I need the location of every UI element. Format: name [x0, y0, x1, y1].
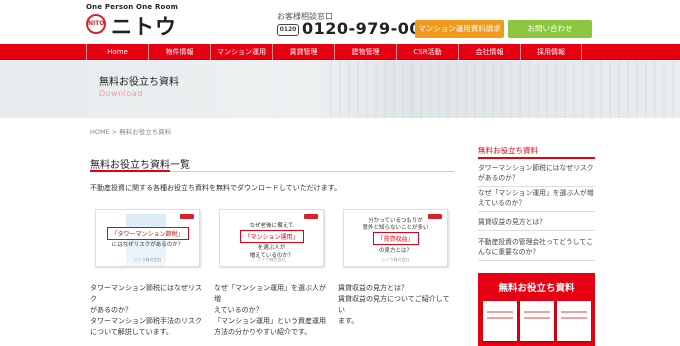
card-text: なぜ老後に備えて: [249, 223, 294, 229]
card-text: の見方とは？: [378, 248, 412, 254]
sidebar-banner-title: 無料お役立ち資料: [498, 283, 575, 294]
card-description-mansion-investment[interactable]: なぜ「マンション運用」を選ぶ人が増 えているのか？ 「マンション運用」という資産…: [214, 283, 332, 338]
document-thumbnail: [520, 301, 554, 341]
free-dial-icon: 0120: [277, 24, 299, 36]
logo-tagline: One Person One Room: [86, 3, 179, 11]
sidebar-heading-divider: [478, 157, 595, 159]
breadcrumb[interactable]: HOME > 無料お役立ち資料: [90, 126, 171, 136]
sidebar-heading: 無料お役立ち資料: [478, 146, 538, 155]
card-text: を選ぶ人が: [257, 245, 286, 251]
nav-item-rental-management[interactable]: 賃貸管理: [272, 44, 334, 60]
document-thumbnail: [483, 301, 517, 341]
card-footer: ニトウ株式会社: [133, 257, 162, 262]
sidebar-download-banner[interactable]: 無料お役立ち資料: [478, 273, 595, 346]
card-description-rental-income[interactable]: 賃貸収益の見方とは？ 賃貸収益の見方についてご紹介してい ます。: [338, 283, 456, 327]
banner-title: 無料お役立ち資料: [99, 77, 179, 88]
card-footer: ニトウ株式会社: [381, 257, 410, 262]
nav-item-properties[interactable]: 物件情報: [148, 44, 210, 60]
global-nav: Home 物件情報 マンション運用 賃貸管理 建物管理 CSR活動 会社情報 採…: [0, 44, 680, 60]
download-card-mansion-investment[interactable]: なぜ老後に備えて 「マンション運用」 を選ぶ人が 増えているのか？ ニトウ株式会…: [219, 209, 324, 267]
card-text: にはなぜリスクがあるのか？: [111, 242, 184, 248]
nav-item-company[interactable]: 会社情報: [458, 44, 520, 60]
card-text: 意外と知らないことが多い: [362, 225, 429, 231]
contact-button[interactable]: お問い合わせ: [508, 20, 592, 38]
banner-subtitle: Download: [99, 89, 143, 98]
sidebar-item-mansion-investment[interactable]: なぜ「マンション運用」を選ぶ人が増えているのか？: [478, 185, 595, 212]
document-thumbnail: [557, 301, 591, 341]
sidebar-item-tower-mansion[interactable]: タワーマンション節税にはなぜリスクがあるのか？: [478, 160, 595, 187]
nav-item-home[interactable]: Home: [86, 44, 148, 60]
card-logo-icon: [180, 214, 194, 219]
request-docs-button[interactable]: マンション運用資料請求: [415, 20, 504, 38]
logo-icon[interactable]: NITO: [86, 14, 106, 34]
site-header: One Person One Room NITO ニトウ お客様相談窓口 012…: [0, 0, 680, 44]
page-title: 無料お役立ち資料一覧: [90, 160, 190, 171]
download-card-tower-mansion[interactable]: 「タワーマンション節税」 にはなぜリスクがあるのか？ ニトウ株式会社: [95, 209, 200, 267]
card-highlight: 「マンション運用」: [239, 230, 304, 243]
logo-name[interactable]: ニトウ: [111, 11, 177, 41]
download-card-rental-income[interactable]: 分かっているつもりが 意外と知らないことが多い 「賃貸収益」 の見方とは？ ニト…: [343, 209, 448, 267]
nav-item-mansion-investment[interactable]: マンション運用: [210, 44, 272, 60]
card-highlight: 「タワーマンション節税」: [106, 227, 189, 240]
card-description-tower-mansion[interactable]: タワーマンション節税にはなぜリスク があるのか？ タワーマンション節税手法のリス…: [90, 283, 208, 338]
card-footer: ニトウ株式会社: [257, 257, 286, 262]
card-logo-icon: [304, 214, 318, 219]
tel-number[interactable]: 0120-979-001: [302, 19, 433, 38]
nav-item-csr[interactable]: CSR活動: [396, 44, 458, 60]
card-highlight: 「賃貸収益」: [372, 232, 419, 245]
sidebar-item-rental-income[interactable]: 賃貸収益の見方とは？: [478, 214, 595, 231]
intro-text: 不動産投資に関する各種お役立ち資料を無料でダウンロードしていただけます。: [90, 184, 342, 192]
nav-item-recruit[interactable]: 採用情報: [520, 44, 582, 60]
sidebar-item-management-company[interactable]: 不動産投資の管理会社ってどうしてこんなに重要なのか？: [478, 234, 595, 261]
banner-background-image: [330, 61, 680, 118]
title-divider-accent: [90, 170, 170, 172]
nav-item-building-management[interactable]: 建物管理: [334, 44, 396, 60]
